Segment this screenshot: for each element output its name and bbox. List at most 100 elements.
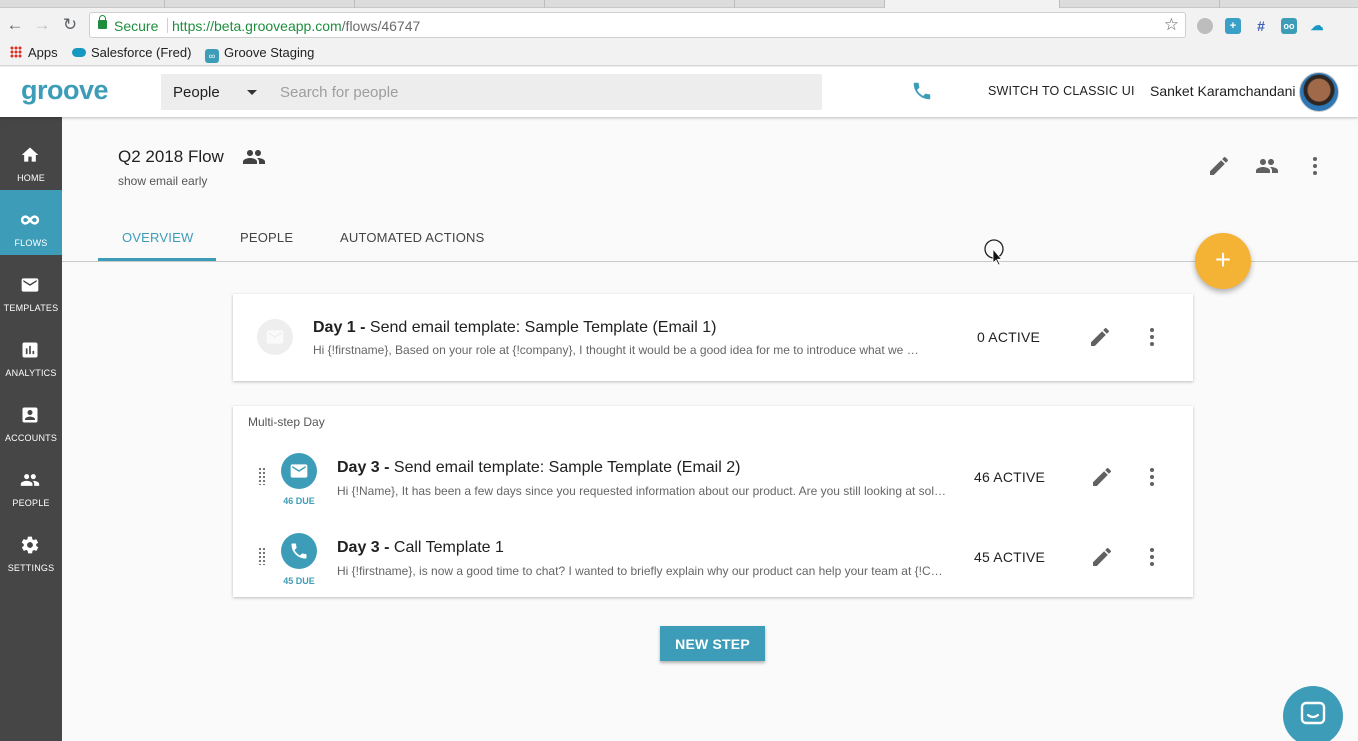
secure-label: Secure: [114, 18, 159, 34]
step-card[interactable]: Day 1 - Send email template: Sample Temp…: [233, 294, 1193, 381]
address-bar[interactable]: Secure https://beta.grooveapp.com/flows/…: [89, 12, 1186, 38]
user-name[interactable]: Sanket Karamchandani: [1150, 83, 1296, 99]
browser-tabstrip: [0, 0, 1358, 8]
gear-icon: [21, 536, 39, 554]
active-tab-indicator: [98, 258, 216, 261]
sidebar: HOME FLOWS TEMPLATES ANALYTICS ACCOUNTS …: [0, 117, 62, 741]
step-title[interactable]: Day 1 - Send email template: Sample Temp…: [313, 319, 716, 337]
app-header: groove People SWITCH TO CLASSIC UI Sanke…: [0, 67, 1358, 117]
step-type-icon: [257, 319, 293, 355]
url-path: /flows/46747: [341, 18, 421, 34]
sidebar-item-flows[interactable]: FLOWS: [0, 190, 62, 255]
bookmark-apps[interactable]: Apps: [10, 45, 58, 60]
add-fab-button[interactable]: +: [1195, 233, 1251, 289]
sidebar-item-templates[interactable]: TEMPLATES: [0, 255, 62, 320]
mail-icon: [266, 330, 284, 344]
mail-icon: [21, 278, 39, 292]
flow-header: Q2 2018 Flow show email early OVERVIEW P…: [62, 117, 1358, 262]
more-vert-icon[interactable]: [1140, 465, 1164, 489]
url-text[interactable]: https://beta.grooveapp.com/flows/46747: [172, 18, 420, 34]
due-count[interactable]: 45 DUE: [274, 576, 324, 586]
chat-launcher[interactable]: [1283, 686, 1343, 741]
page-title: Q2 2018 Flow: [118, 147, 224, 166]
lock-icon: [98, 15, 107, 29]
more-vert-icon[interactable]: [1140, 545, 1164, 569]
step-title[interactable]: Day 3 - Send email template: Sample Temp…: [337, 459, 740, 477]
browser-tab[interactable]: [1060, 0, 1220, 8]
active-count[interactable]: 46 ACTIVE: [974, 469, 1045, 485]
shared-people-icon[interactable]: [242, 147, 266, 167]
sidebar-item-accounts[interactable]: ACCOUNTS: [0, 385, 62, 450]
people-icon: [20, 474, 40, 486]
edit-pencil-icon[interactable]: [1207, 154, 1231, 178]
step-day: Day 3 -: [337, 459, 390, 476]
active-count[interactable]: 45 ACTIVE: [974, 549, 1045, 565]
extension-plus-icon[interactable]: +: [1225, 18, 1241, 34]
bookmark-label: Apps: [28, 45, 58, 60]
step-day: Day 3 -: [337, 539, 390, 556]
more-vert-icon[interactable]: [1140, 325, 1164, 349]
search-scope-select[interactable]: People: [161, 74, 275, 110]
sidebar-item-label: SETTINGS: [7, 563, 55, 573]
step-row[interactable]: 46 DUE Day 3 - Send email template: Samp…: [233, 437, 1193, 517]
switch-classic-ui-link[interactable]: SWITCH TO CLASSIC UI: [988, 84, 1135, 98]
drag-handle-icon[interactable]: [258, 467, 266, 485]
edit-pencil-icon[interactable]: [1090, 465, 1114, 489]
step-type-icon: [281, 453, 317, 489]
step-preview: Hi {!firstname}, Based on your role at {…: [313, 343, 923, 357]
step-type-icon: [281, 533, 317, 569]
browser-tab-active[interactable]: [885, 0, 1060, 8]
step-title[interactable]: Day 3 - Call Template 1: [337, 539, 504, 557]
bookmark-star-icon[interactable]: ☆: [1164, 15, 1179, 35]
step-preview: Hi {!Name}, It has been a few days since…: [337, 484, 947, 498]
new-step-button[interactable]: NEW STEP: [660, 626, 765, 661]
browser-tab[interactable]: [0, 0, 165, 8]
sidebar-item-settings[interactable]: SETTINGS: [0, 515, 62, 580]
sidebar-item-analytics[interactable]: ANALYTICS: [0, 320, 62, 385]
sidebar-item-people[interactable]: PEOPLE: [0, 450, 62, 515]
browser-tab[interactable]: [165, 0, 355, 8]
bookmark-label: Salesforce (Fred): [91, 45, 192, 60]
avatar[interactable]: [1299, 72, 1339, 112]
chat-icon: [1300, 701, 1326, 725]
bookmark-label: Groove Staging: [224, 45, 315, 60]
bookmark-groove-staging[interactable]: ∞ Groove Staging: [205, 45, 314, 63]
tab-automated-actions[interactable]: AUTOMATED ACTIONS: [340, 230, 485, 245]
reload-icon[interactable]: ↻: [61, 16, 79, 34]
sidebar-item-label: TEMPLATES: [3, 303, 59, 313]
phone-icon[interactable]: [911, 80, 933, 102]
drag-handle-icon[interactable]: [258, 547, 266, 565]
step-name: Call Template 1: [393, 539, 504, 556]
active-count[interactable]: 0 ACTIVE: [977, 329, 1040, 345]
extension-icon[interactable]: [1197, 18, 1213, 34]
cloud-icon: [72, 48, 86, 57]
mouse-cursor-icon: [984, 239, 1004, 265]
edit-pencil-icon[interactable]: [1088, 325, 1112, 349]
extension-hash-icon[interactable]: #: [1253, 18, 1269, 34]
browser-tab[interactable]: [355, 0, 545, 8]
back-icon[interactable]: ←: [6, 16, 24, 34]
flow-subtitle: show email early: [118, 174, 208, 188]
search-input[interactable]: [275, 74, 822, 110]
sidebar-item-label: ANALYTICS: [5, 368, 57, 378]
multi-step-card: Multi-step Day 46 DUE Day 3 - Send email…: [233, 406, 1193, 597]
more-vert-icon[interactable]: [1303, 154, 1327, 178]
forward-icon[interactable]: →: [33, 16, 51, 34]
due-count[interactable]: 46 DUE: [274, 496, 324, 506]
browser-tab[interactable]: [545, 0, 735, 8]
edit-pencil-icon[interactable]: [1090, 545, 1114, 569]
step-row[interactable]: 45 DUE Day 3 - Call Template 1 Hi {!firs…: [233, 517, 1193, 597]
divider: [167, 18, 168, 33]
sidebar-item-home[interactable]: HOME: [0, 125, 62, 190]
groove-logo[interactable]: groove: [21, 75, 109, 106]
extension-salesforce-icon[interactable]: ☁: [1309, 18, 1325, 34]
extension-groove-icon[interactable]: oo: [1281, 18, 1297, 34]
sidebar-item-label: FLOWS: [14, 238, 48, 248]
step-day: Day 1 -: [313, 319, 366, 336]
bookmark-salesforce[interactable]: Salesforce (Fred): [72, 45, 191, 60]
groove-icon: ∞: [205, 49, 219, 63]
tab-overview[interactable]: OVERVIEW: [122, 230, 193, 245]
browser-tab[interactable]: [735, 0, 885, 8]
tab-people[interactable]: PEOPLE: [240, 230, 293, 245]
people-icon[interactable]: [1255, 154, 1279, 178]
